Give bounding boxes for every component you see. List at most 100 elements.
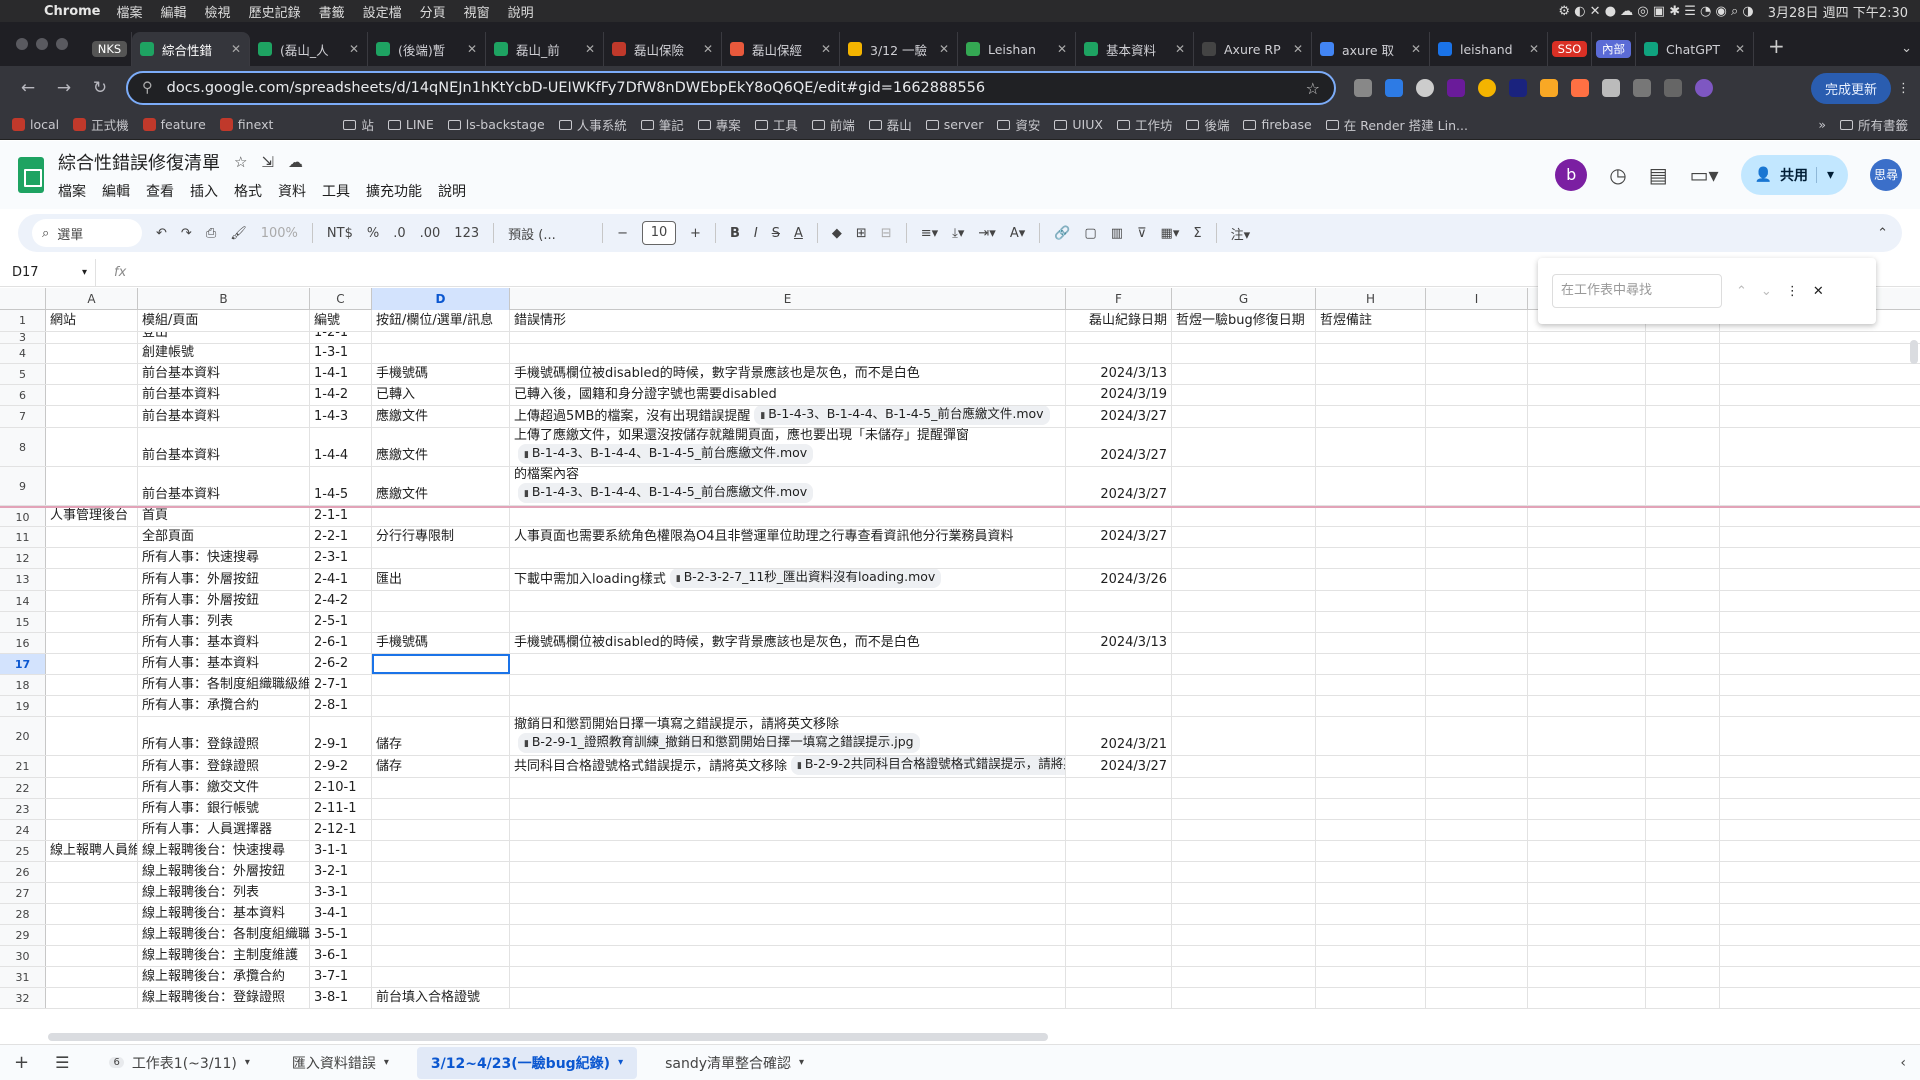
- browser-tab[interactable]: SSO: [1548, 32, 1592, 66]
- link-icon[interactable]: 🔗: [1054, 226, 1070, 241]
- table-cell[interactable]: 全部頁面: [138, 527, 310, 547]
- comments-icon[interactable]: ▤: [1649, 163, 1668, 187]
- table-cell[interactable]: 上傳新的檔案覆蓋舊文件但未儲存就離開頁面，回到基本資料頁面按不管是圖片還是檔案應…: [510, 467, 1066, 505]
- table-cell[interactable]: [1646, 569, 1720, 590]
- close-tab-icon[interactable]: ✕: [349, 42, 359, 56]
- bookmark-item[interactable]: ls-backstage: [447, 115, 545, 134]
- table-cell[interactable]: [1066, 591, 1172, 611]
- table-cell[interactable]: 所有人事：銀行帳號: [138, 799, 310, 819]
- mac-menu-item[interactable]: 檔案: [117, 6, 143, 21]
- table-cell[interactable]: 哲煜備註: [1316, 310, 1426, 331]
- doc-menu-item[interactable]: 檔案: [58, 181, 86, 201]
- table-cell[interactable]: [1646, 820, 1720, 840]
- more-formats[interactable]: 123: [454, 226, 479, 241]
- table-cell[interactable]: [372, 508, 510, 526]
- table-cell[interactable]: 所有人事：快速搜尋: [138, 548, 310, 568]
- table-cell[interactable]: [1528, 967, 1646, 987]
- table-cell[interactable]: [1172, 696, 1316, 716]
- close-tab-icon[interactable]: ✕: [1529, 42, 1539, 56]
- row-header[interactable]: 13: [0, 569, 46, 590]
- table-cell[interactable]: 線上報聘後台：承攬合約: [138, 967, 310, 987]
- mac-menu-item[interactable]: 歷史記錄: [249, 6, 301, 21]
- table-cell[interactable]: 1-4-4: [310, 428, 372, 466]
- text-rotation-icon[interactable]: A▾: [1010, 226, 1025, 241]
- table-cell[interactable]: [1172, 428, 1316, 466]
- table-cell[interactable]: 所有人事：外層按鈕: [138, 591, 310, 611]
- select-all-corner[interactable]: [0, 288, 46, 310]
- table-cell[interactable]: [372, 841, 510, 861]
- table-cell[interactable]: [1426, 364, 1528, 384]
- table-cell[interactable]: [1426, 591, 1528, 611]
- attachment-chip[interactable]: B-1-4-3、B-1-4-4、B-1-4-5_前台應繳文件.mov: [518, 483, 814, 503]
- table-cell[interactable]: [1426, 612, 1528, 632]
- table-cell[interactable]: 前台基本資料: [138, 467, 310, 505]
- row-header[interactable]: 6: [0, 385, 46, 405]
- browser-tab[interactable]: 內部: [1592, 32, 1636, 66]
- all-sheets-icon[interactable]: ☰: [55, 1053, 69, 1072]
- table-cell[interactable]: 所有人事：列表: [138, 612, 310, 632]
- sheet-tab-menu-icon[interactable]: ▾: [799, 1057, 804, 1068]
- tab-search-icon[interactable]: ⌄: [1901, 41, 1912, 56]
- table-cell[interactable]: [46, 820, 138, 840]
- close-tab-icon[interactable]: ✕: [1411, 42, 1421, 56]
- name-box[interactable]: D17 ▾: [0, 259, 96, 286]
- find-next-icon[interactable]: ⌄: [1761, 284, 1772, 299]
- meet-icon[interactable]: ▭▾: [1690, 163, 1719, 187]
- table-cell[interactable]: [1646, 756, 1720, 777]
- table-cell[interactable]: [1172, 756, 1316, 777]
- table-cell[interactable]: [1066, 820, 1172, 840]
- table-cell[interactable]: [46, 756, 138, 777]
- table-cell[interactable]: [1172, 675, 1316, 695]
- table-cell[interactable]: [1528, 385, 1646, 405]
- column-header[interactable]: F: [1066, 288, 1172, 310]
- table-cell[interactable]: [46, 569, 138, 590]
- table-cell[interactable]: [1646, 778, 1720, 798]
- sheet-tab[interactable]: 3/12~4/23(一驗bug紀錄) ▾: [416, 1046, 638, 1079]
- table-cell[interactable]: 線上報聘後台：基本資料: [138, 904, 310, 924]
- bookmark-item[interactable]: 正式機: [73, 115, 129, 134]
- table-cell[interactable]: [46, 344, 138, 363]
- row-header[interactable]: 23: [0, 799, 46, 819]
- align-vertical-icon[interactable]: ⤓▾: [952, 226, 964, 241]
- attachment-chip[interactable]: B-2-9-2共同科目合格證號格式錯誤提示，請將英文移除.jpg: [791, 756, 1065, 775]
- row-header[interactable]: 4: [0, 344, 46, 363]
- table-cell[interactable]: [1316, 946, 1426, 966]
- table-cell[interactable]: [1426, 967, 1528, 987]
- table-cell[interactable]: 分行行專限制: [372, 527, 510, 547]
- table-cell[interactable]: 下載中需加入loading樣式B-2-3-2-7_11秒_匯出資料沒有loadi…: [510, 569, 1066, 590]
- window-controls[interactable]: [16, 38, 68, 50]
- table-cell[interactable]: [1172, 508, 1316, 526]
- move-icon[interactable]: ⇲: [261, 153, 274, 171]
- input-tools-icon[interactable]: 注▾: [1231, 224, 1251, 243]
- text-wrap-icon[interactable]: ⇥▾: [978, 226, 995, 241]
- browser-tab[interactable]: ChatGPT ✕: [1636, 32, 1754, 66]
- table-cell[interactable]: [1646, 344, 1720, 363]
- table-cell[interactable]: [1528, 612, 1646, 632]
- bookmark-item[interactable]: 站: [343, 115, 374, 134]
- row-header[interactable]: 19: [0, 696, 46, 716]
- row-header[interactable]: 29: [0, 925, 46, 945]
- table-cell[interactable]: [372, 591, 510, 611]
- table-cell[interactable]: [1316, 385, 1426, 405]
- table-cell[interactable]: [510, 612, 1066, 632]
- table-cell[interactable]: [1066, 841, 1172, 861]
- history-icon[interactable]: ◷: [1609, 163, 1626, 187]
- table-cell[interactable]: [372, 344, 510, 363]
- table-cell[interactable]: [1316, 799, 1426, 819]
- table-cell[interactable]: [372, 862, 510, 882]
- table-cell[interactable]: [1316, 675, 1426, 695]
- browser-tab[interactable]: leishand ✕: [1430, 32, 1548, 66]
- table-cell[interactable]: 2-12-1: [310, 820, 372, 840]
- table-cell[interactable]: [1316, 467, 1426, 505]
- table-cell[interactable]: 共同科目合格證號格式錯誤提示，請將英文移除B-2-9-2共同科目合格證號格式錯誤…: [510, 756, 1066, 777]
- table-cell[interactable]: [46, 946, 138, 966]
- share-button[interactable]: 👤 共用 ▾: [1740, 155, 1848, 195]
- table-cell[interactable]: [1316, 820, 1426, 840]
- table-cell[interactable]: [1172, 591, 1316, 611]
- table-cell[interactable]: [1646, 332, 1720, 343]
- table-cell[interactable]: [1528, 548, 1646, 568]
- table-cell[interactable]: [1646, 946, 1720, 966]
- table-cell[interactable]: [1172, 799, 1316, 819]
- table-cell[interactable]: [510, 862, 1066, 882]
- table-cell[interactable]: 手機號碼: [372, 364, 510, 384]
